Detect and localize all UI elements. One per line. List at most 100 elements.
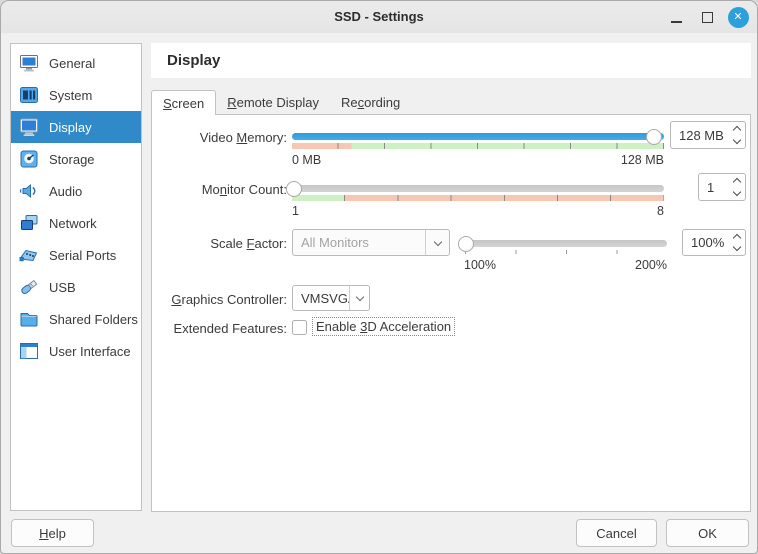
ok-button[interactable]: OK	[666, 519, 749, 547]
minimize-icon	[671, 21, 682, 23]
scale-factor-monitor-combo[interactable]: All Monitors	[292, 229, 450, 256]
sidebar-item-display[interactable]: Display	[11, 111, 141, 143]
graphics-controller-combo[interactable]: VMSVGA	[292, 285, 370, 311]
scale-factor-tick-marks	[465, 250, 667, 254]
monitor-count-label: Monitor Count:	[152, 182, 287, 198]
graphics-controller-value: VMSVGA	[293, 291, 349, 306]
combo-dropdown-button[interactable]	[425, 230, 449, 255]
spin-down-icon	[733, 243, 741, 251]
scale-factor-max-label: 200%	[635, 258, 667, 272]
sidebar-item-label: Audio	[49, 184, 82, 199]
maximize-button[interactable]	[696, 6, 718, 28]
enable-3d-acceleration-checkbox[interactable]	[292, 320, 307, 335]
sidebar-item-label: USB	[49, 280, 76, 295]
scale-factor-spin-up[interactable]	[729, 230, 745, 243]
monitor-count-min-label: 1	[292, 204, 299, 218]
sidebar-item-system[interactable]: System	[11, 79, 141, 111]
video-memory-min-label: 0 MB	[292, 153, 321, 167]
close-button[interactable]: ✕	[727, 6, 749, 28]
screen-tab-panel: Video Memory: 0 MB 128 MB 128 MB Monitor…	[151, 114, 751, 512]
scale-factor-spin-down[interactable]	[729, 243, 745, 256]
tab-recording[interactable]: Recording	[330, 91, 411, 115]
spin-up-icon	[733, 126, 741, 134]
tab-remote-display[interactable]: Remote Display	[216, 91, 330, 115]
sidebar-item-label: System	[49, 88, 92, 103]
scale-factor-label: Scale Factor:	[152, 236, 287, 252]
sidebar-item-network[interactable]: Network	[11, 207, 141, 239]
graphics-controller-label: Graphics Controller:	[152, 292, 287, 308]
monitor-count-tick-scale	[292, 195, 664, 201]
sidebar-item-label: Display	[49, 120, 92, 135]
spin-down-icon	[733, 188, 741, 196]
video-memory-scale-labels: 0 MB 128 MB	[292, 153, 664, 167]
sidebar-item-audio[interactable]: Audio	[11, 175, 141, 207]
sidebar-item-label: Shared Folders	[49, 312, 138, 327]
tabbar: Screen Remote Display Recording	[151, 90, 411, 115]
video-memory-tick-scale	[292, 143, 664, 149]
serial-ports-icon	[18, 244, 40, 266]
monitor-count-spinbox: 1	[698, 173, 746, 201]
sidebar-item-serial-ports[interactable]: Serial Ports	[11, 239, 141, 271]
sidebar-item-label: User Interface	[49, 344, 131, 359]
sidebar-item-shared-folders[interactable]: Shared Folders	[11, 303, 141, 335]
usb-icon	[18, 276, 40, 298]
sidebar-item-label: Network	[49, 216, 97, 231]
spin-down-icon	[733, 136, 741, 144]
chevron-down-icon	[433, 237, 441, 245]
sidebar: General System Display Storage Audio Net…	[10, 43, 142, 511]
scale-factor-slider-handle[interactable]	[458, 236, 474, 252]
spin-up-icon	[733, 234, 741, 242]
network-icon	[18, 212, 40, 234]
combo-dropdown-button[interactable]	[349, 286, 369, 310]
monitor-count-spin-down[interactable]	[729, 187, 745, 200]
monitor-count-slider-track[interactable]	[292, 185, 664, 192]
video-memory-value[interactable]: 128 MB	[671, 122, 729, 148]
video-memory-max-label: 128 MB	[621, 153, 664, 167]
sidebar-item-label: General	[49, 56, 95, 71]
cancel-button[interactable]: Cancel	[576, 519, 657, 547]
window-title: SSD - Settings	[1, 1, 757, 33]
tab-screen[interactable]: Screen	[151, 90, 216, 115]
chevron-down-icon	[355, 293, 363, 301]
monitor-count-scale-labels: 1 8	[292, 204, 664, 218]
page-header: Display	[151, 43, 751, 78]
scale-factor-scale-labels: 100% 200%	[464, 258, 667, 272]
spin-up-icon	[733, 178, 741, 186]
audio-icon	[18, 180, 40, 202]
scale-factor-min-label: 100%	[464, 258, 496, 272]
sidebar-item-storage[interactable]: Storage	[11, 143, 141, 175]
video-memory-label: Video Memory:	[152, 130, 287, 146]
monitor-count-max-label: 8	[657, 204, 664, 218]
extended-features-label: Extended Features:	[152, 321, 287, 337]
close-icon: ✕	[728, 7, 749, 28]
monitor-count-slider-handle[interactable]	[286, 181, 302, 197]
minimize-button[interactable]	[665, 6, 687, 28]
sidebar-item-usb[interactable]: USB	[11, 271, 141, 303]
window-controls: ✕	[665, 1, 749, 33]
enable-3d-acceleration-label[interactable]: Enable 3D Acceleration	[312, 317, 455, 336]
page-title: Display	[167, 52, 220, 69]
user-interface-icon	[18, 340, 40, 362]
video-memory-slider-handle[interactable]	[646, 129, 662, 145]
sidebar-item-user-interface[interactable]: User Interface	[11, 335, 141, 367]
sidebar-item-label: Storage	[49, 152, 95, 167]
video-memory-spin-down[interactable]	[729, 135, 745, 148]
help-button[interactable]: Help	[11, 519, 94, 547]
settings-window: SSD - Settings ✕ General System	[0, 0, 758, 554]
monitor-count-value[interactable]: 1	[699, 174, 729, 200]
sidebar-item-label: Serial Ports	[49, 248, 116, 263]
general-icon	[18, 52, 40, 74]
scale-factor-value[interactable]: 100%	[683, 230, 729, 255]
video-memory-spin-up[interactable]	[729, 122, 745, 135]
scale-factor-spinbox: 100%	[682, 229, 746, 256]
display-icon	[18, 116, 40, 138]
scale-factor-slider-track[interactable]	[464, 240, 667, 247]
video-memory-slider-track[interactable]	[292, 133, 664, 140]
shared-folders-icon	[18, 308, 40, 330]
sidebar-item-general[interactable]: General	[11, 47, 141, 79]
video-memory-spinbox: 128 MB	[670, 121, 746, 149]
system-icon	[18, 84, 40, 106]
scale-factor-combo-value: All Monitors	[293, 235, 425, 250]
titlebar[interactable]: SSD - Settings ✕	[1, 1, 757, 33]
monitor-count-spin-up[interactable]	[729, 174, 745, 187]
